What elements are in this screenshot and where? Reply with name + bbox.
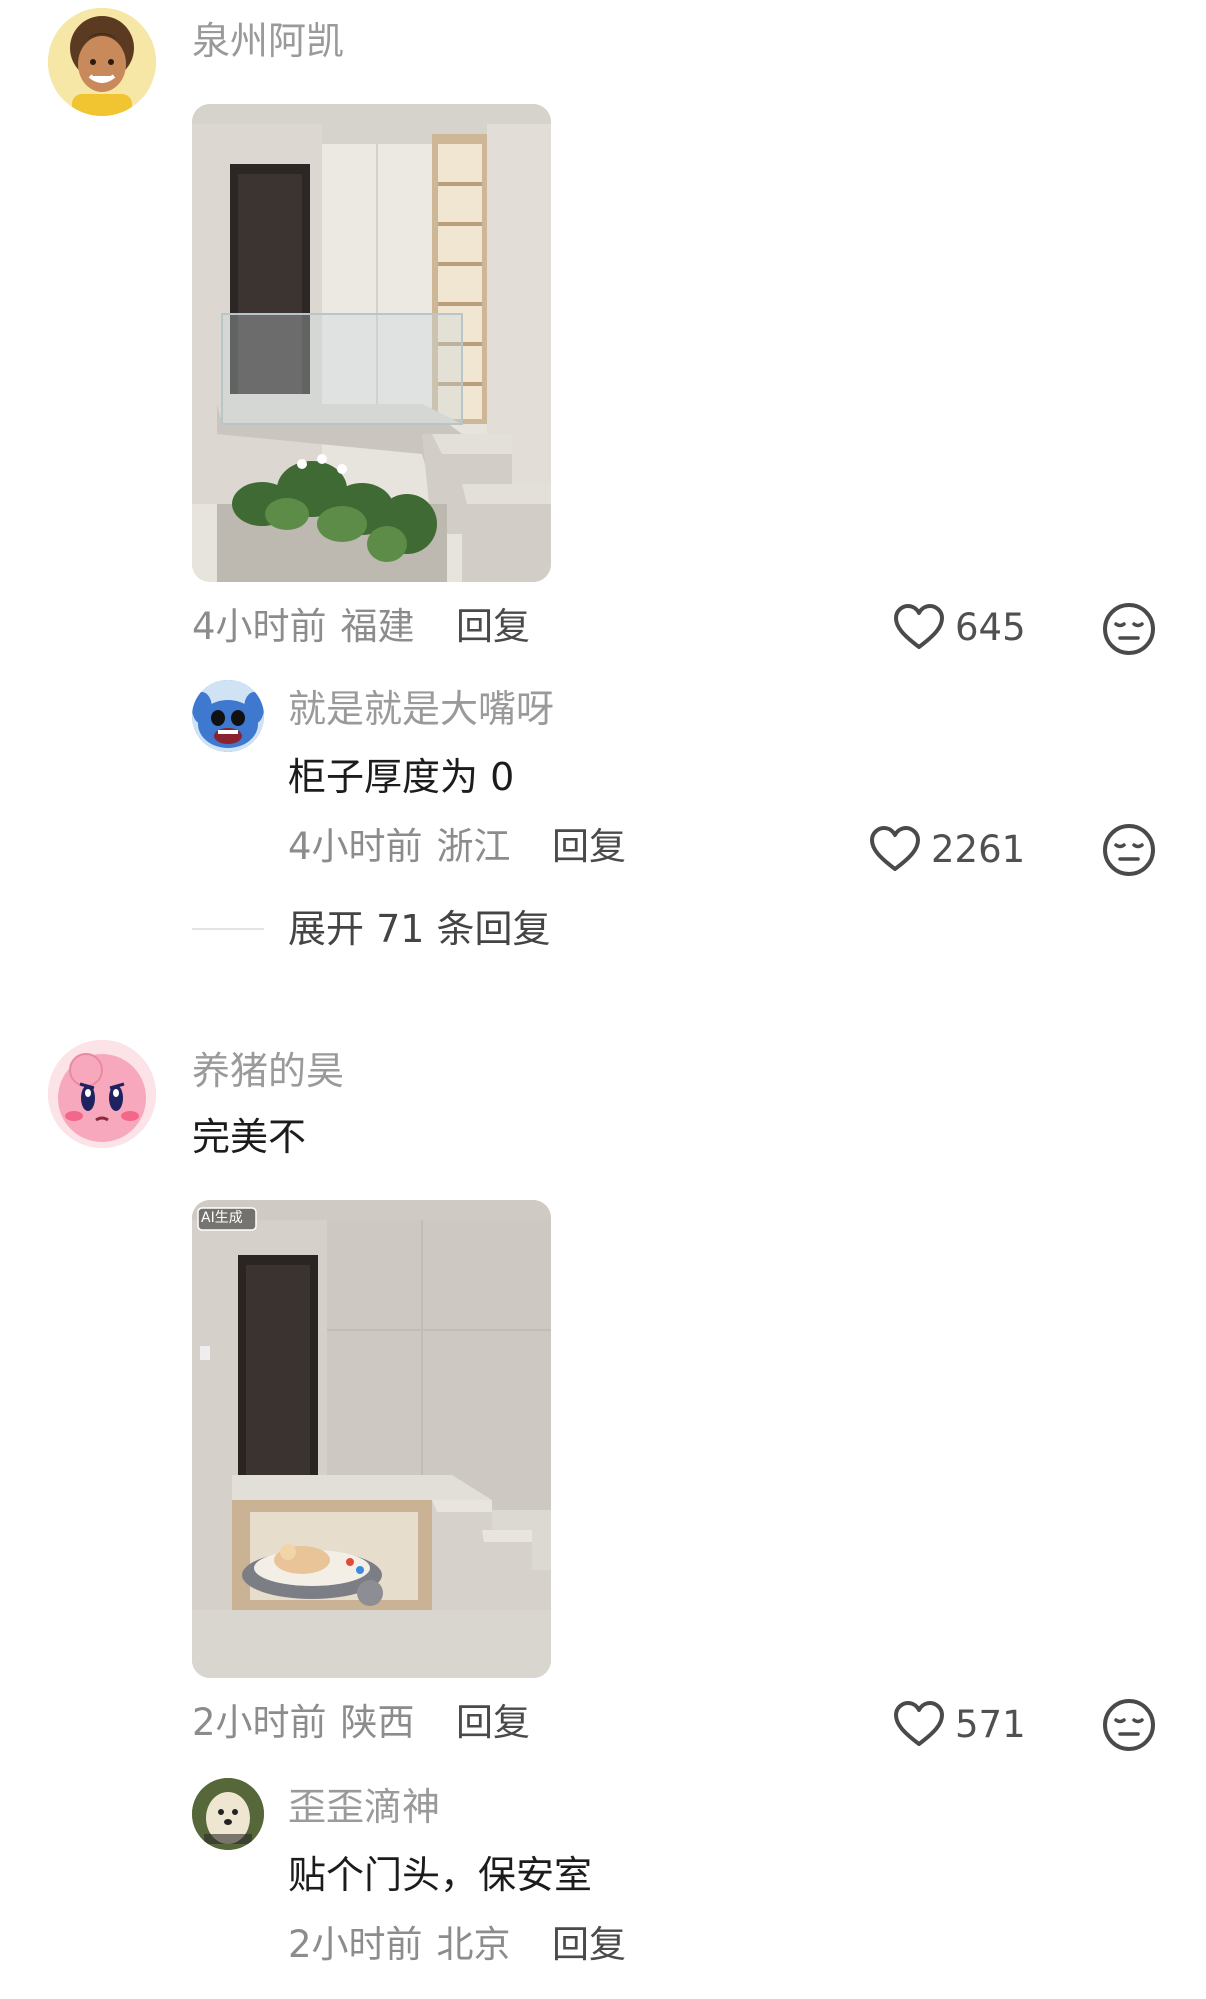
comment-time: 4小时前 (192, 605, 327, 648)
expand-divider (192, 928, 264, 930)
like-button[interactable]: 645 (893, 603, 1026, 651)
blue-alien-avatar-icon (192, 680, 264, 752)
heart-outline-icon (894, 604, 944, 649)
pink-kirby-avatar-icon (48, 1040, 156, 1148)
heart-outline-icon (870, 826, 920, 871)
stair-dog-bed-photo (192, 1200, 551, 1678)
comment-time: 2小时前 (192, 1701, 327, 1744)
comment-meta: 2小时前 陕西 (192, 1704, 415, 1741)
comment-meta: 4小时前 福建 (192, 608, 415, 645)
heart-outline-icon (894, 1701, 944, 1746)
cartoon-man-avatar-icon (48, 8, 156, 116)
expand-replies-button[interactable]: 展开 71 条回复 (288, 910, 551, 948)
comment-location: 福建 (340, 605, 415, 648)
reply-time: 2小时前 (288, 1923, 423, 1966)
reply-button[interactable]: 回复 (456, 608, 530, 645)
like-button[interactable]: 571 (893, 1700, 1026, 1748)
reply-time: 4小时前 (288, 825, 423, 868)
like-count: 571 (955, 1702, 1026, 1746)
reply-button[interactable]: 回复 (552, 828, 626, 865)
reply-text: 柜子厚度为 0 (288, 755, 515, 799)
like-count: 645 (955, 605, 1026, 649)
reply-location: 浙江 (436, 825, 511, 868)
neutral-face-icon[interactable] (1102, 1698, 1156, 1752)
reply-avatar[interactable] (192, 1778, 264, 1850)
ai-generated-badge: AI生成 (201, 1210, 243, 1226)
comment-text: 完美不 (192, 1115, 307, 1159)
comment-feed: 泉州阿凯 4小时前 福建 回复 645 就是就是大嘴呀 柜子厚度为 0 4小时前… (0, 0, 1206, 1999)
like-count: 2261 (931, 827, 1026, 871)
comment-image[interactable]: AI生成 (192, 1200, 551, 1678)
reply-location: 北京 (436, 1923, 511, 1966)
user-avatar[interactable] (48, 1040, 156, 1148)
reply-username[interactable]: 歪歪滴神 (288, 1788, 440, 1826)
reply-button[interactable]: 回复 (552, 1926, 626, 1963)
dog-meme-avatar-icon (192, 1778, 264, 1850)
comment-location: 陕西 (340, 1701, 415, 1744)
neutral-face-icon[interactable] (1102, 602, 1156, 656)
reply-meta: 2小时前 北京 (288, 1926, 511, 1963)
reply-meta: 4小时前 浙江 (288, 828, 511, 865)
comment-username[interactable]: 泉州阿凯 (192, 22, 344, 60)
stair-entrance-photo (192, 104, 551, 582)
reply-avatar[interactable] (192, 680, 264, 752)
reply-button[interactable]: 回复 (456, 1704, 530, 1741)
comment-username[interactable]: 养猪的昊 (192, 1052, 344, 1090)
reply-text: 贴个门头，保安室 (288, 1853, 593, 1897)
like-button[interactable]: 2261 (869, 825, 1025, 873)
reply-username[interactable]: 就是就是大嘴呀 (288, 690, 554, 728)
user-avatar[interactable] (48, 8, 156, 116)
comment-image[interactable] (192, 104, 551, 582)
neutral-face-icon[interactable] (1102, 823, 1156, 877)
